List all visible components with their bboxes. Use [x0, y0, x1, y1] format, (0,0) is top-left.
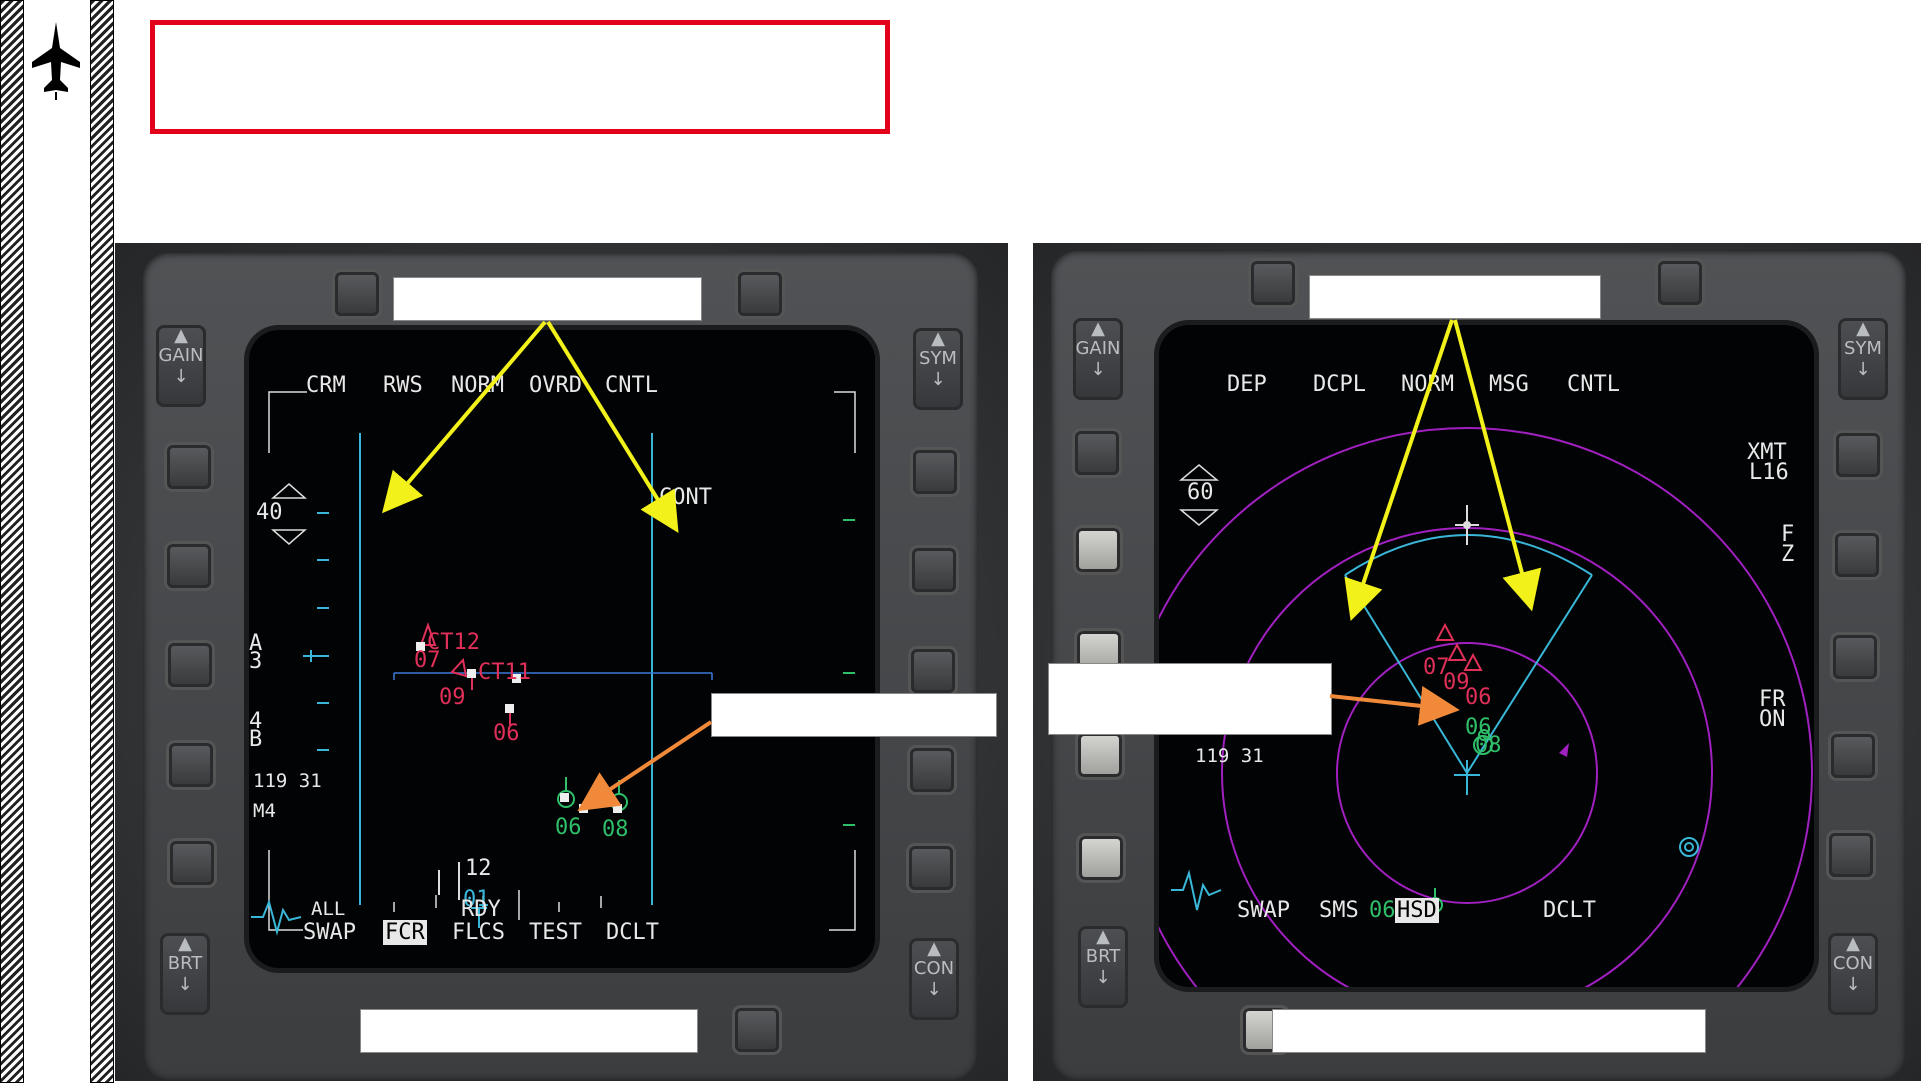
- fz-label[interactable]: F Z: [1781, 524, 1794, 566]
- osb-label-test[interactable]: TEST: [529, 920, 582, 945]
- osb-right-1[interactable]: [913, 450, 957, 494]
- osb-label-msg[interactable]: MSG: [1489, 372, 1529, 397]
- osb-right-5[interactable]: [1829, 833, 1873, 877]
- cursor-altitude-top: 12: [465, 856, 492, 881]
- osb-top-5[interactable]: [738, 272, 782, 316]
- osb-right-2[interactable]: [1835, 533, 1879, 577]
- track-alt: 06: [555, 815, 582, 840]
- osb-label-dep[interactable]: DEP: [1227, 372, 1267, 397]
- osb-label-swap[interactable]: SWAP: [1237, 898, 1290, 923]
- on-label[interactable]: ON: [1759, 707, 1786, 732]
- left-mfd-panel: ▲ GAIN ↓ ▲ SYM ↓ ▲ BRT ↓ ▲ CON ↓ CRM RWS…: [115, 243, 1008, 1081]
- hsd-graphics: [1159, 427, 1813, 987]
- osb-label-cntl[interactable]: CNTL: [1567, 372, 1620, 397]
- osb-label-hsd[interactable]: HSD: [1395, 898, 1439, 923]
- osb-left-1[interactable]: [167, 445, 211, 489]
- hsd-prefix: 06: [1369, 898, 1396, 923]
- callout-box: [393, 277, 702, 321]
- l16-label[interactable]: L16: [1749, 460, 1789, 485]
- track-label: CT11: [478, 660, 531, 685]
- osb-left-4[interactable]: [1078, 733, 1122, 777]
- callout-box: [1309, 275, 1601, 319]
- range-readout: 40: [256, 500, 283, 525]
- track-alt: 08: [602, 817, 629, 842]
- osb-left-1[interactable]: [1075, 431, 1119, 475]
- osb-label-crm[interactable]: CRM: [306, 373, 346, 398]
- callout-box: [711, 693, 997, 737]
- osb-label-norm[interactable]: NORM: [451, 373, 504, 398]
- osb-left-5[interactable]: [170, 841, 214, 885]
- bullseye-readout: 119 31: [1195, 745, 1264, 767]
- right-mfd-panel: ▲ GAIN ↓ ▲ SYM ↓ ▲ BRT ↓ ▲ CON ↓ DEP DCP…: [1033, 243, 1921, 1081]
- mode-readout: M4: [253, 800, 276, 822]
- callout-box: [1272, 1009, 1706, 1053]
- rdy-label: RDY: [461, 897, 501, 922]
- sym-rocker[interactable]: ▲ SYM ↓: [913, 328, 963, 410]
- osb-right-5[interactable]: [909, 846, 953, 890]
- azimuth-bar-readout: A 3: [249, 631, 263, 674]
- osb-label-dclt[interactable]: DCLT: [606, 920, 659, 945]
- brt-rocker[interactable]: ▲ BRT ↓: [160, 933, 210, 1015]
- callout-box: [360, 1009, 698, 1053]
- right-hatched-rail: [90, 0, 114, 1083]
- osb-label-ovrd[interactable]: OVRD: [529, 373, 582, 398]
- track-alt: 07: [414, 648, 441, 673]
- title-box: [150, 20, 890, 134]
- bar-scan-readout: 4 B: [249, 709, 263, 752]
- cont-label[interactable]: CONT: [659, 485, 712, 510]
- osb-label-rws[interactable]: RWS: [383, 373, 423, 398]
- fcr-radar-graphics: [251, 391, 856, 936]
- left-hatched-rail: [0, 0, 24, 1083]
- osb-right-1[interactable]: [1836, 433, 1880, 477]
- right-mfd-screen: DEP DCPL NORM MSG CNTL 60 XMT L16 F Z FR…: [1159, 325, 1814, 987]
- track-alt: 09: [439, 685, 466, 710]
- osb-top-5[interactable]: [1658, 261, 1702, 305]
- track-alt: 06: [493, 721, 520, 746]
- osb-label-dclt[interactable]: DCLT: [1543, 898, 1596, 923]
- osb-left-2[interactable]: [167, 544, 211, 588]
- brt-rocker[interactable]: ▲ BRT ↓: [1078, 926, 1128, 1008]
- con-rocker[interactable]: ▲ CON ↓: [909, 938, 959, 1020]
- osb-top-1[interactable]: [1251, 261, 1295, 305]
- osb-right-3[interactable]: [1833, 635, 1877, 679]
- all-label: ALL: [311, 898, 346, 920]
- osb-left-2[interactable]: [1076, 528, 1120, 572]
- osb-left-4[interactable]: [169, 743, 213, 787]
- osb-right-4[interactable]: [1831, 734, 1875, 778]
- osb-right-2[interactable]: [912, 548, 956, 592]
- gain-rocker[interactable]: ▲ GAIN ↓: [156, 325, 206, 407]
- gain-rocker[interactable]: ▲ GAIN ↓: [1073, 318, 1123, 400]
- bullseye-readout: 119 31: [253, 770, 322, 792]
- track-alt: 06: [1465, 685, 1492, 710]
- track-alt: 08: [1475, 733, 1502, 758]
- osb-label-cntl[interactable]: CNTL: [605, 373, 658, 398]
- osb-bottom-5[interactable]: [735, 1008, 779, 1052]
- osb-right-4[interactable]: [910, 748, 954, 792]
- sym-rocker[interactable]: ▲ SYM ↓: [1838, 318, 1888, 400]
- range-readout: 60: [1187, 480, 1214, 505]
- osb-label-dcpl[interactable]: DCPL: [1313, 372, 1366, 397]
- osb-label-sms[interactable]: SMS: [1319, 898, 1359, 923]
- osb-top-1[interactable]: [335, 272, 379, 316]
- osb-left-3[interactable]: [168, 643, 212, 687]
- osb-label-swap[interactable]: SWAP: [303, 920, 356, 945]
- osb-label-norm[interactable]: NORM: [1401, 372, 1454, 397]
- con-rocker[interactable]: ▲ CON ↓: [1828, 933, 1878, 1015]
- sidebar-spine: [24, 0, 88, 1081]
- aircraft-icon: [32, 22, 80, 100]
- osb-right-3[interactable]: [911, 649, 955, 693]
- osb-label-fcr[interactable]: FCR: [383, 920, 427, 945]
- osb-left-5[interactable]: [1079, 836, 1123, 880]
- callout-box: [1048, 663, 1332, 735]
- osb-label-flcs[interactable]: FLCS: [452, 920, 505, 945]
- left-mfd-screen: CRM RWS NORM OVRD CNTL 40 A 3 4 B 119 31…: [249, 330, 875, 968]
